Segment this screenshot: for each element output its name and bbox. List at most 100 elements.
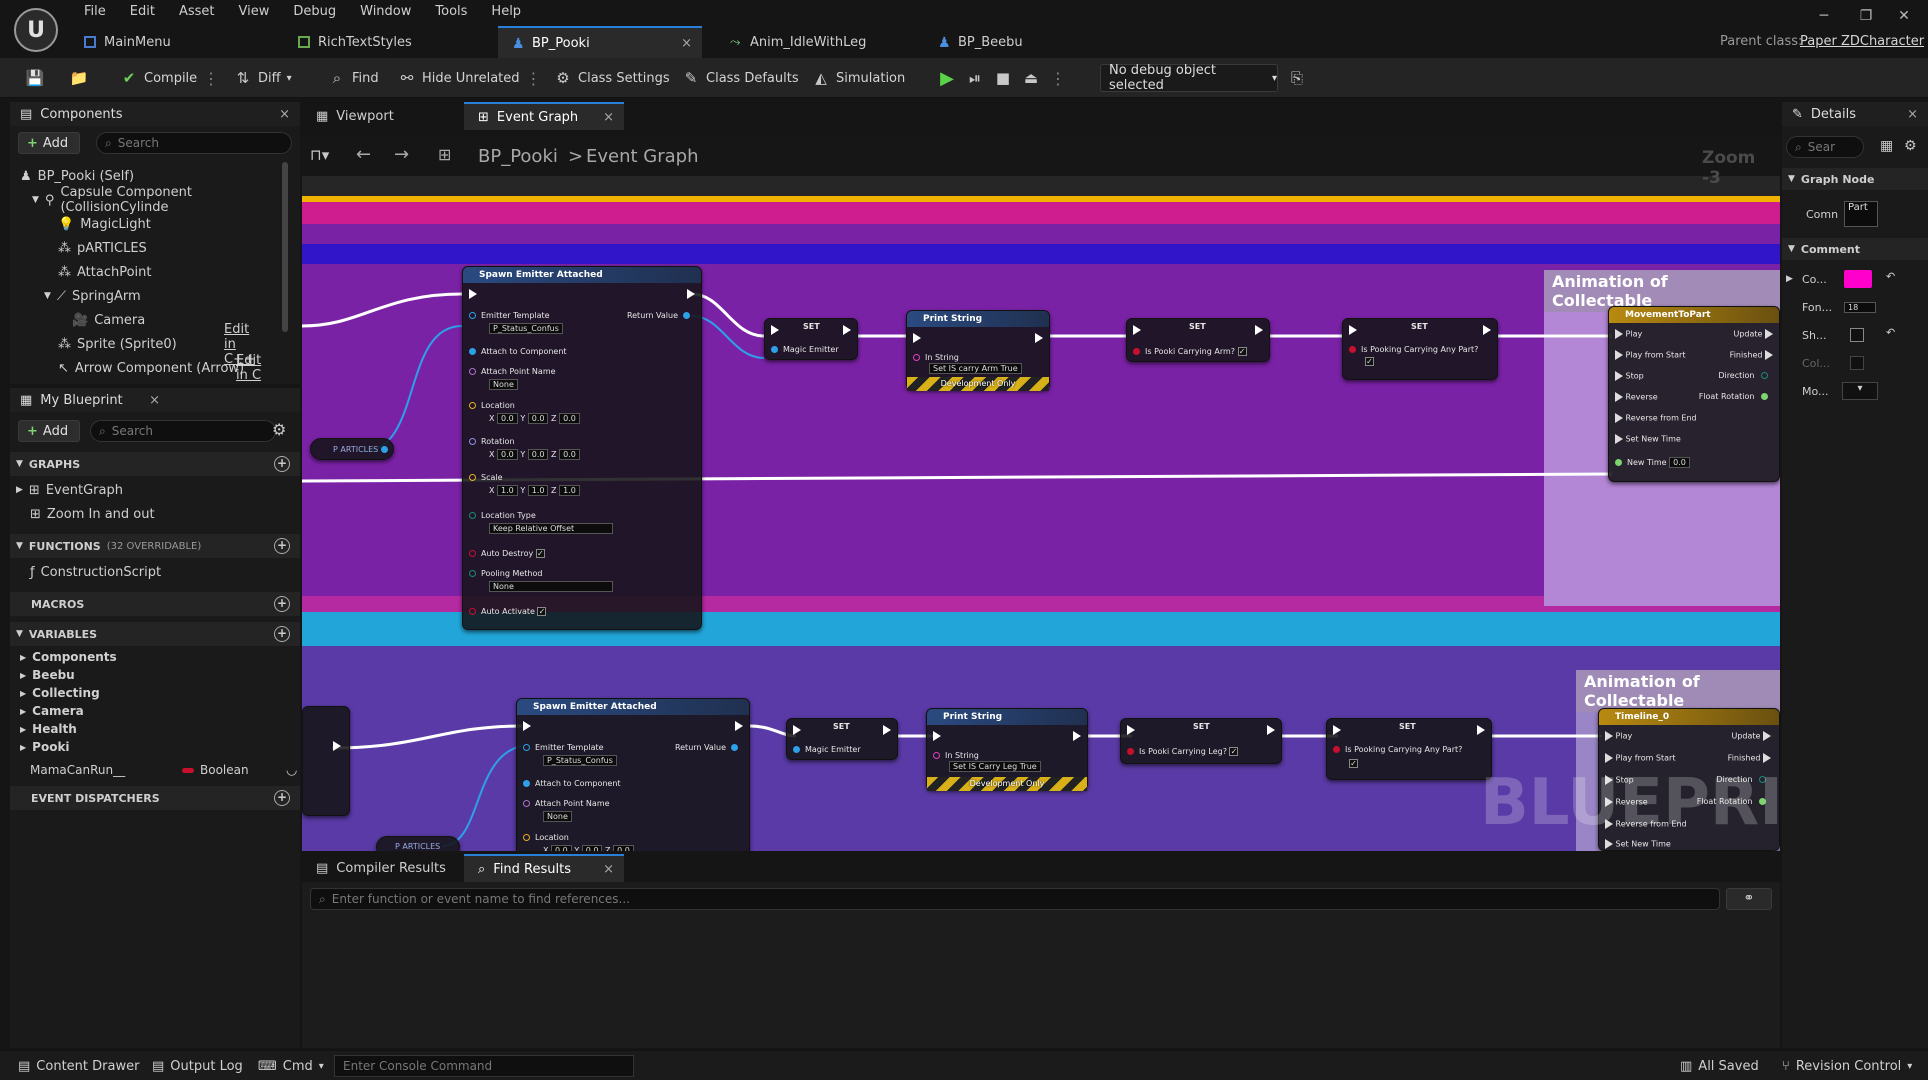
revision-control-button[interactable]: ⑂ Revision Control ▾ <box>1782 1055 1912 1077</box>
variable-group-pooki[interactable]: ▶ Pooki <box>10 738 70 756</box>
attach-point-name-field[interactable]: None <box>489 379 518 390</box>
carrying-any-checkbox[interactable]: ✓ <box>1365 357 1374 366</box>
variable-group-collecting[interactable]: ▶ Collecting <box>10 684 100 702</box>
breadcrumb-root[interactable]: BP_Pooki <box>478 146 558 167</box>
forward-arrow-icon[interactable]: → <box>394 144 409 165</box>
add-blueprint-item-button[interactable]: + Add <box>18 420 80 442</box>
close-tab-icon[interactable]: × <box>603 110 614 125</box>
menu-window[interactable]: Window <box>348 2 423 22</box>
menu-file[interactable]: File <box>72 2 118 22</box>
close-window-icon[interactable]: ✕ <box>1884 4 1924 28</box>
close-tab-icon[interactable]: × <box>681 36 692 51</box>
carrying-arm-checkbox[interactable]: ✓ <box>1237 347 1247 356</box>
eject-button[interactable]: ⏏ <box>1016 64 1046 92</box>
spawn-emitter-node-1[interactable]: Spawn Emitter Attached Emitter Template … <box>462 266 702 630</box>
tree-item-particles[interactable]: ⁂ pARTICLES <box>58 236 147 260</box>
pooling-method-dropdown[interactable]: None <box>489 581 613 592</box>
attach-point-name-field[interactable]: None <box>543 811 572 822</box>
font-size-field[interactable]: 18 <box>1844 301 1876 313</box>
table-view-icon[interactable]: ▦ <box>1880 138 1893 154</box>
variable-item-mamacanrun[interactable]: MamaCanRun__ Boolean ◡ <box>30 758 300 782</box>
new-time-field[interactable]: 0.0 <box>1669 457 1690 468</box>
scrollbar[interactable] <box>282 162 288 332</box>
variable-group-camera[interactable]: ▶ Camera <box>10 702 84 720</box>
tree-item-sprite[interactable]: ⁂ Sprite (Sprite0) Edit in C++ <box>58 322 255 367</box>
set-magic-emitter-node-2[interactable]: SET Magic Emitter <box>786 718 898 760</box>
edit-in-cpp-link[interactable]: Edit in C <box>236 353 261 383</box>
comment-section[interactable]: ▼ Comment <box>1782 238 1928 260</box>
comment-text-field[interactable]: Part <box>1844 201 1878 227</box>
emitter-template-field[interactable]: P_Status_Confus <box>543 755 617 766</box>
class-settings-button[interactable]: ⚙ Class Settings <box>548 64 676 92</box>
tab-richtextstyles[interactable]: RichTextStyles <box>284 26 490 58</box>
set-carrying-any-node-2[interactable]: SET Is Pooking Carrying Any Part? ✓ <box>1326 718 1492 780</box>
tree-item-arrow[interactable]: ↖ Arrow Component (Arrow) Edit in C <box>58 353 261 383</box>
scale-z-field[interactable]: 1.0 <box>559 485 580 496</box>
minimize-icon[interactable]: ─ <box>1804 4 1844 28</box>
visibility-icon[interactable]: ◡ <box>286 763 297 778</box>
add-graph-icon[interactable]: + <box>274 456 290 472</box>
output-log-button[interactable]: ▤ Output Log <box>152 1055 243 1077</box>
tab-event-graph[interactable]: ⊞ Event Graph × <box>464 102 624 130</box>
add-macro-icon[interactable]: + <box>274 596 290 612</box>
add-dispatcher-icon[interactable]: + <box>274 790 290 806</box>
play-button[interactable]: ▶ <box>932 64 962 92</box>
set-carrying-arm-node[interactable]: SET Is Pooki Carrying Arm? ✓ <box>1126 318 1270 362</box>
unreal-logo-icon[interactable]: U <box>14 8 58 52</box>
scale-x-field[interactable]: 1.0 <box>497 485 518 496</box>
function-item-constructionscript[interactable]: ƒ ConstructionScript <box>30 560 161 584</box>
find-button[interactable]: ⌕ Find <box>322 64 385 92</box>
location-y-field[interactable]: 0.0 <box>527 413 549 424</box>
cmd-dropdown[interactable]: ⌨ Cmd ▾ <box>258 1055 324 1077</box>
tree-item-springarm[interactable]: ▼ ⟋ SpringArm <box>44 284 141 308</box>
print-string-node-2[interactable]: Print String In String Set IS Carry Leg … <box>926 708 1088 791</box>
set-magic-emitter-node-1[interactable]: SET Magic Emitter <box>764 318 858 360</box>
location-y-field[interactable]: 0.0 <box>581 845 603 851</box>
auto-activate-checkbox[interactable]: ✓ <box>537 607 547 616</box>
location-type-dropdown[interactable]: Keep Relative Offset <box>489 523 613 534</box>
comment-color-swatch[interactable] <box>1844 270 1872 288</box>
tab-viewport[interactable]: ▦ Viewport <box>302 102 462 130</box>
location-z-field[interactable]: 0.0 <box>613 845 634 851</box>
add-function-icon[interactable]: + <box>274 538 290 554</box>
tree-item-capsule[interactable]: ▼ ⚲ Capsule Component (CollisionCylinde <box>32 185 300 215</box>
reset-icon[interactable]: ↶ <box>1886 270 1895 283</box>
in-string-field-2[interactable]: Set IS Carry Leg True <box>949 761 1041 772</box>
tree-item-magiclight[interactable]: 💡 MagicLight <box>58 212 151 236</box>
restore-icon[interactable]: ❐ <box>1846 4 1886 28</box>
in-string-field-1[interactable]: Set IS carry Arm True <box>929 363 1022 374</box>
components-search-input[interactable]: ⌕ Search <box>96 132 292 154</box>
set-carrying-any-node-1[interactable]: SET Is Pooking Carrying Any Part? ✓ <box>1342 318 1498 380</box>
close-panel-icon[interactable]: × <box>1907 107 1918 122</box>
debug-browse-icon[interactable]: ⎘ <box>1282 64 1312 92</box>
rotation-y-field[interactable]: 0.0 <box>527 449 549 460</box>
rotation-z-field[interactable]: 0.0 <box>559 449 580 460</box>
functions-section-header[interactable]: ▼ FUNCTIONS (32 OVERRIDABLE) + <box>10 534 300 558</box>
my-blueprint-search-input[interactable]: ⌕ Search <box>90 420 276 442</box>
hide-unrelated-options-icon[interactable]: ⋮ <box>526 69 542 88</box>
add-component-button[interactable]: + Add <box>18 132 80 154</box>
diff-button[interactable]: ⇅ Diff ▾ <box>228 64 298 92</box>
gear-icon[interactable]: ⚙ <box>272 420 286 439</box>
set-carrying-leg-node[interactable]: SET Is Pooki Carrying Leg? ✓ <box>1120 718 1282 764</box>
location-z-field[interactable]: 0.0 <box>559 413 580 424</box>
console-command-input[interactable]: Enter Console Command <box>334 1055 634 1077</box>
location-x-field[interactable]: 0.0 <box>497 413 518 424</box>
menu-help[interactable]: Help <box>479 2 533 22</box>
debug-object-dropdown[interactable]: No debug object selected ▾ <box>1100 63 1278 93</box>
graphs-section-header[interactable]: ▼ GRAPHS + <box>10 452 300 476</box>
tab-bp-beebu[interactable]: ♟ BP_Beebu <box>924 26 1124 58</box>
bookmark-icon[interactable]: ⊓▾ <box>310 146 329 164</box>
tab-anim-idlewithleg[interactable]: ⤳ Anim_IdleWithLeg <box>716 26 916 58</box>
location-x-field[interactable]: 0.0 <box>551 845 572 851</box>
tree-item-camera[interactable]: 🎥 Camera <box>72 308 145 332</box>
auto-destroy-checkbox[interactable]: ✓ <box>535 549 545 558</box>
find-references-input[interactable]: ⌕ Enter function or event name to find r… <box>310 888 1720 910</box>
tab-bp-pooki[interactable]: ♟ BP_Pooki × <box>498 26 702 58</box>
step-button[interactable]: ⏯ <box>960 64 990 92</box>
macros-section-header[interactable]: MACROS + <box>10 592 300 616</box>
play-options-icon[interactable]: ⋮ <box>1044 64 1072 92</box>
parent-class-link[interactable]: Paper ZDCharacter <box>1800 34 1924 49</box>
carrying-any-checkbox[interactable]: ✓ <box>1349 759 1358 768</box>
spawn-emitter-node-2[interactable]: Spawn Emitter Attached Emitter Template … <box>516 698 750 851</box>
